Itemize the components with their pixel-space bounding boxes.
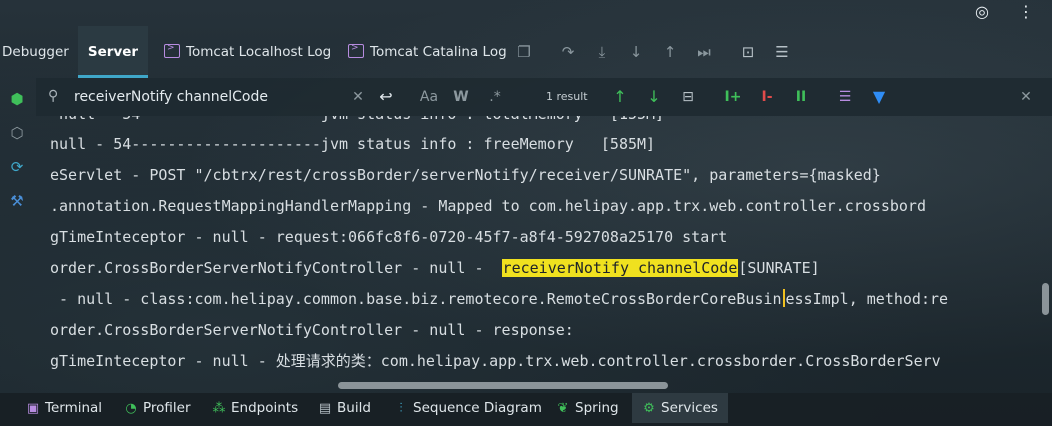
services-icon: ⚙: [643, 401, 655, 416]
spring-icon: ❦: [557, 401, 569, 416]
services-left-toolbar: ⬢ ⬡ ⟳ ⚒: [0, 78, 34, 380]
log-console-icon: [164, 40, 180, 58]
bottom-tool-bar: ▣ Terminal ◔ Profiler ⁂ Endpoints ▤ Build ⫶ S…: [0, 393, 1052, 426]
tab-endpoints[interactable]: ⁂ Endpoints: [212, 393, 299, 423]
search-result-count: 1 result: [546, 90, 588, 103]
restore-layout-icon[interactable]: ❐: [514, 42, 534, 62]
next-occurrence-icon[interactable]: ↓: [644, 87, 664, 107]
step-out-icon[interactable]: ↑: [660, 42, 680, 62]
tab-sequence-diagram[interactable]: ⫶ Sequence Diagram: [394, 393, 542, 423]
tab-label: Tomcat Catalina Log: [370, 44, 507, 60]
console-line: eServlet - POST "/cbtrx/rest/crossBorder…: [50, 166, 881, 184]
endpoints-icon: ⁂: [212, 401, 226, 416]
build-hammer-icon[interactable]: ⚒: [6, 190, 28, 212]
target-icon[interactable]: ◎: [972, 2, 992, 22]
tab-label: Server: [87, 44, 139, 60]
clear-search-icon[interactable]: ✕: [348, 87, 368, 107]
tab-profiler[interactable]: ◔ Profiler: [124, 393, 191, 423]
tab-label: Endpoints: [231, 400, 299, 416]
search-match-highlight: receiverNotify channelCode: [501, 259, 739, 277]
profiler-icon: ◔: [125, 401, 137, 416]
tab-debugger[interactable]: Debugger: [2, 26, 69, 78]
console-line: order.CrossBorderServerNotifyController …: [50, 256, 820, 280]
tab-server[interactable]: Server: [78, 26, 148, 78]
whole-words-toggle[interactable]: W: [450, 87, 472, 107]
tab-build[interactable]: ▤ Build: [318, 393, 371, 423]
sequence-diagram-icon: ⫶: [399, 401, 403, 416]
filter-settings-icon[interactable]: ☰: [834, 87, 856, 107]
terminal-icon: ▣: [26, 401, 40, 416]
vertical-scrollbar[interactable]: [1042, 283, 1049, 315]
run-to-cursor-icon[interactable]: ⏭: [694, 42, 714, 62]
tab-label: Build: [337, 400, 371, 416]
tab-label: Tomcat Localhost Log: [186, 44, 332, 60]
previous-occurrence-icon[interactable]: ↑: [610, 87, 630, 107]
force-step-into-icon[interactable]: ↓: [626, 42, 646, 62]
horizontal-scrollbar[interactable]: [338, 382, 668, 389]
console-line: null - 54---------------------jvm status…: [50, 135, 656, 153]
match-case-toggle[interactable]: Aa: [416, 87, 442, 107]
console-line: gTimeInteceptor - null - request:066fc8f…: [50, 228, 728, 246]
tab-label: Spring: [575, 400, 619, 416]
step-into-icon[interactable]: ⤓: [592, 42, 612, 62]
console-search-bar: ⚲ ✕ ↩ Aa W .* 1 result ↑ ↓ ⊟ I+ I- II ☰ …: [36, 78, 1052, 116]
tab-label: Profiler: [143, 400, 191, 416]
console-line: order.CrossBorderServerNotifyController …: [50, 321, 574, 339]
tab-tomcat-localhost-log[interactable]: Tomcat Localhost Log: [164, 26, 331, 78]
console-line-text: - null - class:com.helipay.common.base.b…: [50, 290, 782, 308]
console-icon[interactable]: ⊡: [738, 42, 758, 62]
services-tab-bar: Debugger Server Tomcat Localhost Log Tom…: [0, 26, 1052, 78]
tab-spring[interactable]: ❦ Spring: [556, 393, 619, 423]
tab-label: Services: [661, 400, 718, 416]
console-line: - null - class:com.helipay.common.base.b…: [50, 287, 948, 311]
remove-selection-icon[interactable]: I-: [756, 87, 778, 107]
console-line: gTimeInteceptor - null - 处理请求的类：com.heli…: [50, 352, 941, 370]
select-all-occurrences-icon[interactable]: II: [790, 87, 812, 107]
step-over-icon[interactable]: ↷: [558, 42, 578, 62]
close-search-icon[interactable]: ✕: [1016, 87, 1036, 107]
tab-services[interactable]: ⚙ Services: [632, 393, 728, 423]
console-line-text: [SUNRATE]: [738, 259, 820, 277]
build-icon: ▤: [318, 401, 332, 416]
log-console-icon: [348, 40, 364, 58]
refresh-icon[interactable]: ⟳: [6, 156, 28, 178]
console-output[interactable]: -null - 54--------------------jvm status…: [36, 116, 1036, 380]
console-line: -null - 54--------------------jvm status…: [50, 116, 664, 126]
top-toolbar: ◎ ⋮: [0, 0, 1052, 26]
layout-settings-icon[interactable]: ☰: [772, 42, 792, 62]
filter-icon[interactable]: ▼: [868, 87, 890, 107]
search-input[interactable]: [74, 86, 374, 108]
deploy-icon[interactable]: ⬢: [6, 88, 28, 110]
tab-label: Terminal: [45, 400, 103, 416]
tab-terminal[interactable]: ▣ Terminal: [26, 393, 102, 423]
console-line-text: essImpl, method:re: [785, 290, 949, 308]
tab-label: Debugger: [2, 44, 69, 60]
text-cursor: [782, 289, 785, 307]
tab-label: Sequence Diagram: [413, 400, 542, 416]
add-selection-icon[interactable]: I+: [722, 87, 744, 107]
console-line: .annotation.RequestMappingHandlerMapping…: [50, 197, 926, 215]
tab-tomcat-catalina-log[interactable]: Tomcat Catalina Log: [348, 26, 507, 78]
search-icon: ⚲: [48, 88, 59, 104]
undeploy-icon[interactable]: ⬡: [6, 122, 28, 144]
open-in-find-window-icon[interactable]: ⊟: [678, 87, 698, 107]
more-options-icon[interactable]: ⋮: [1016, 2, 1036, 22]
new-line-icon[interactable]: ↩: [374, 87, 398, 107]
regex-toggle[interactable]: .*: [484, 87, 506, 107]
console-line-text: order.CrossBorderServerNotifyController …: [50, 259, 502, 277]
